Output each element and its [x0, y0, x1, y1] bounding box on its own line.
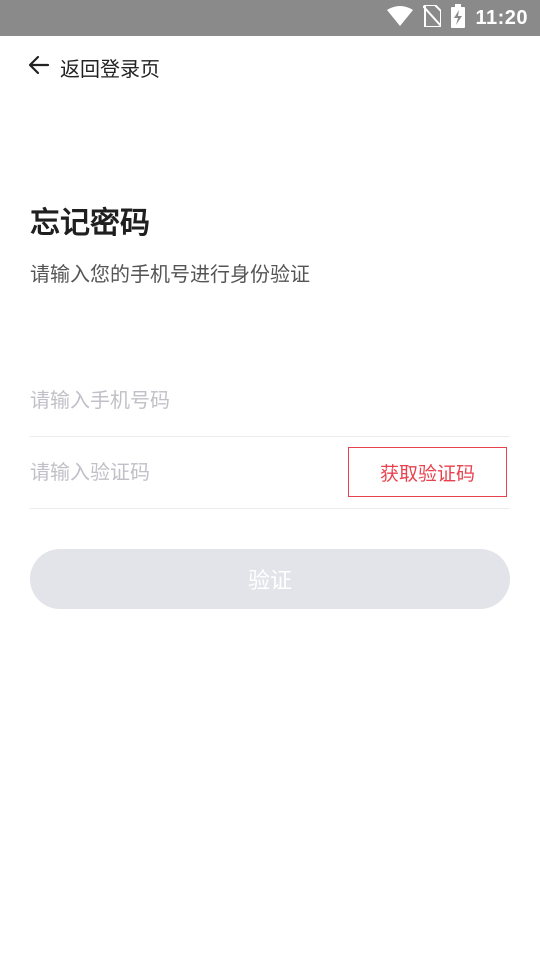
- status-bar: 11:20: [0, 0, 540, 36]
- verification-code-input[interactable]: [30, 455, 330, 489]
- page-subtitle: 请输入您的手机号进行身份验证: [30, 262, 310, 286]
- no-sim-icon: [422, 4, 443, 31]
- status-time: 11:20: [475, 6, 528, 29]
- back-to-login-link[interactable]: 返回登录页: [28, 50, 160, 84]
- phone-input[interactable]: [30, 383, 490, 417]
- battery-charging-icon: [451, 4, 466, 32]
- phone-field: [30, 365, 510, 437]
- back-label[interactable]: 返回登录页: [60, 53, 160, 82]
- verification-code-field: 获取验证码: [30, 437, 510, 509]
- status-icons: 11:20: [387, 0, 528, 36]
- arrow-left-icon[interactable]: [28, 55, 50, 79]
- page-title: 忘记密码: [30, 206, 150, 241]
- get-code-button[interactable]: 获取验证码: [348, 447, 507, 497]
- verify-button[interactable]: 验证: [30, 549, 510, 609]
- wifi-icon: [387, 6, 414, 30]
